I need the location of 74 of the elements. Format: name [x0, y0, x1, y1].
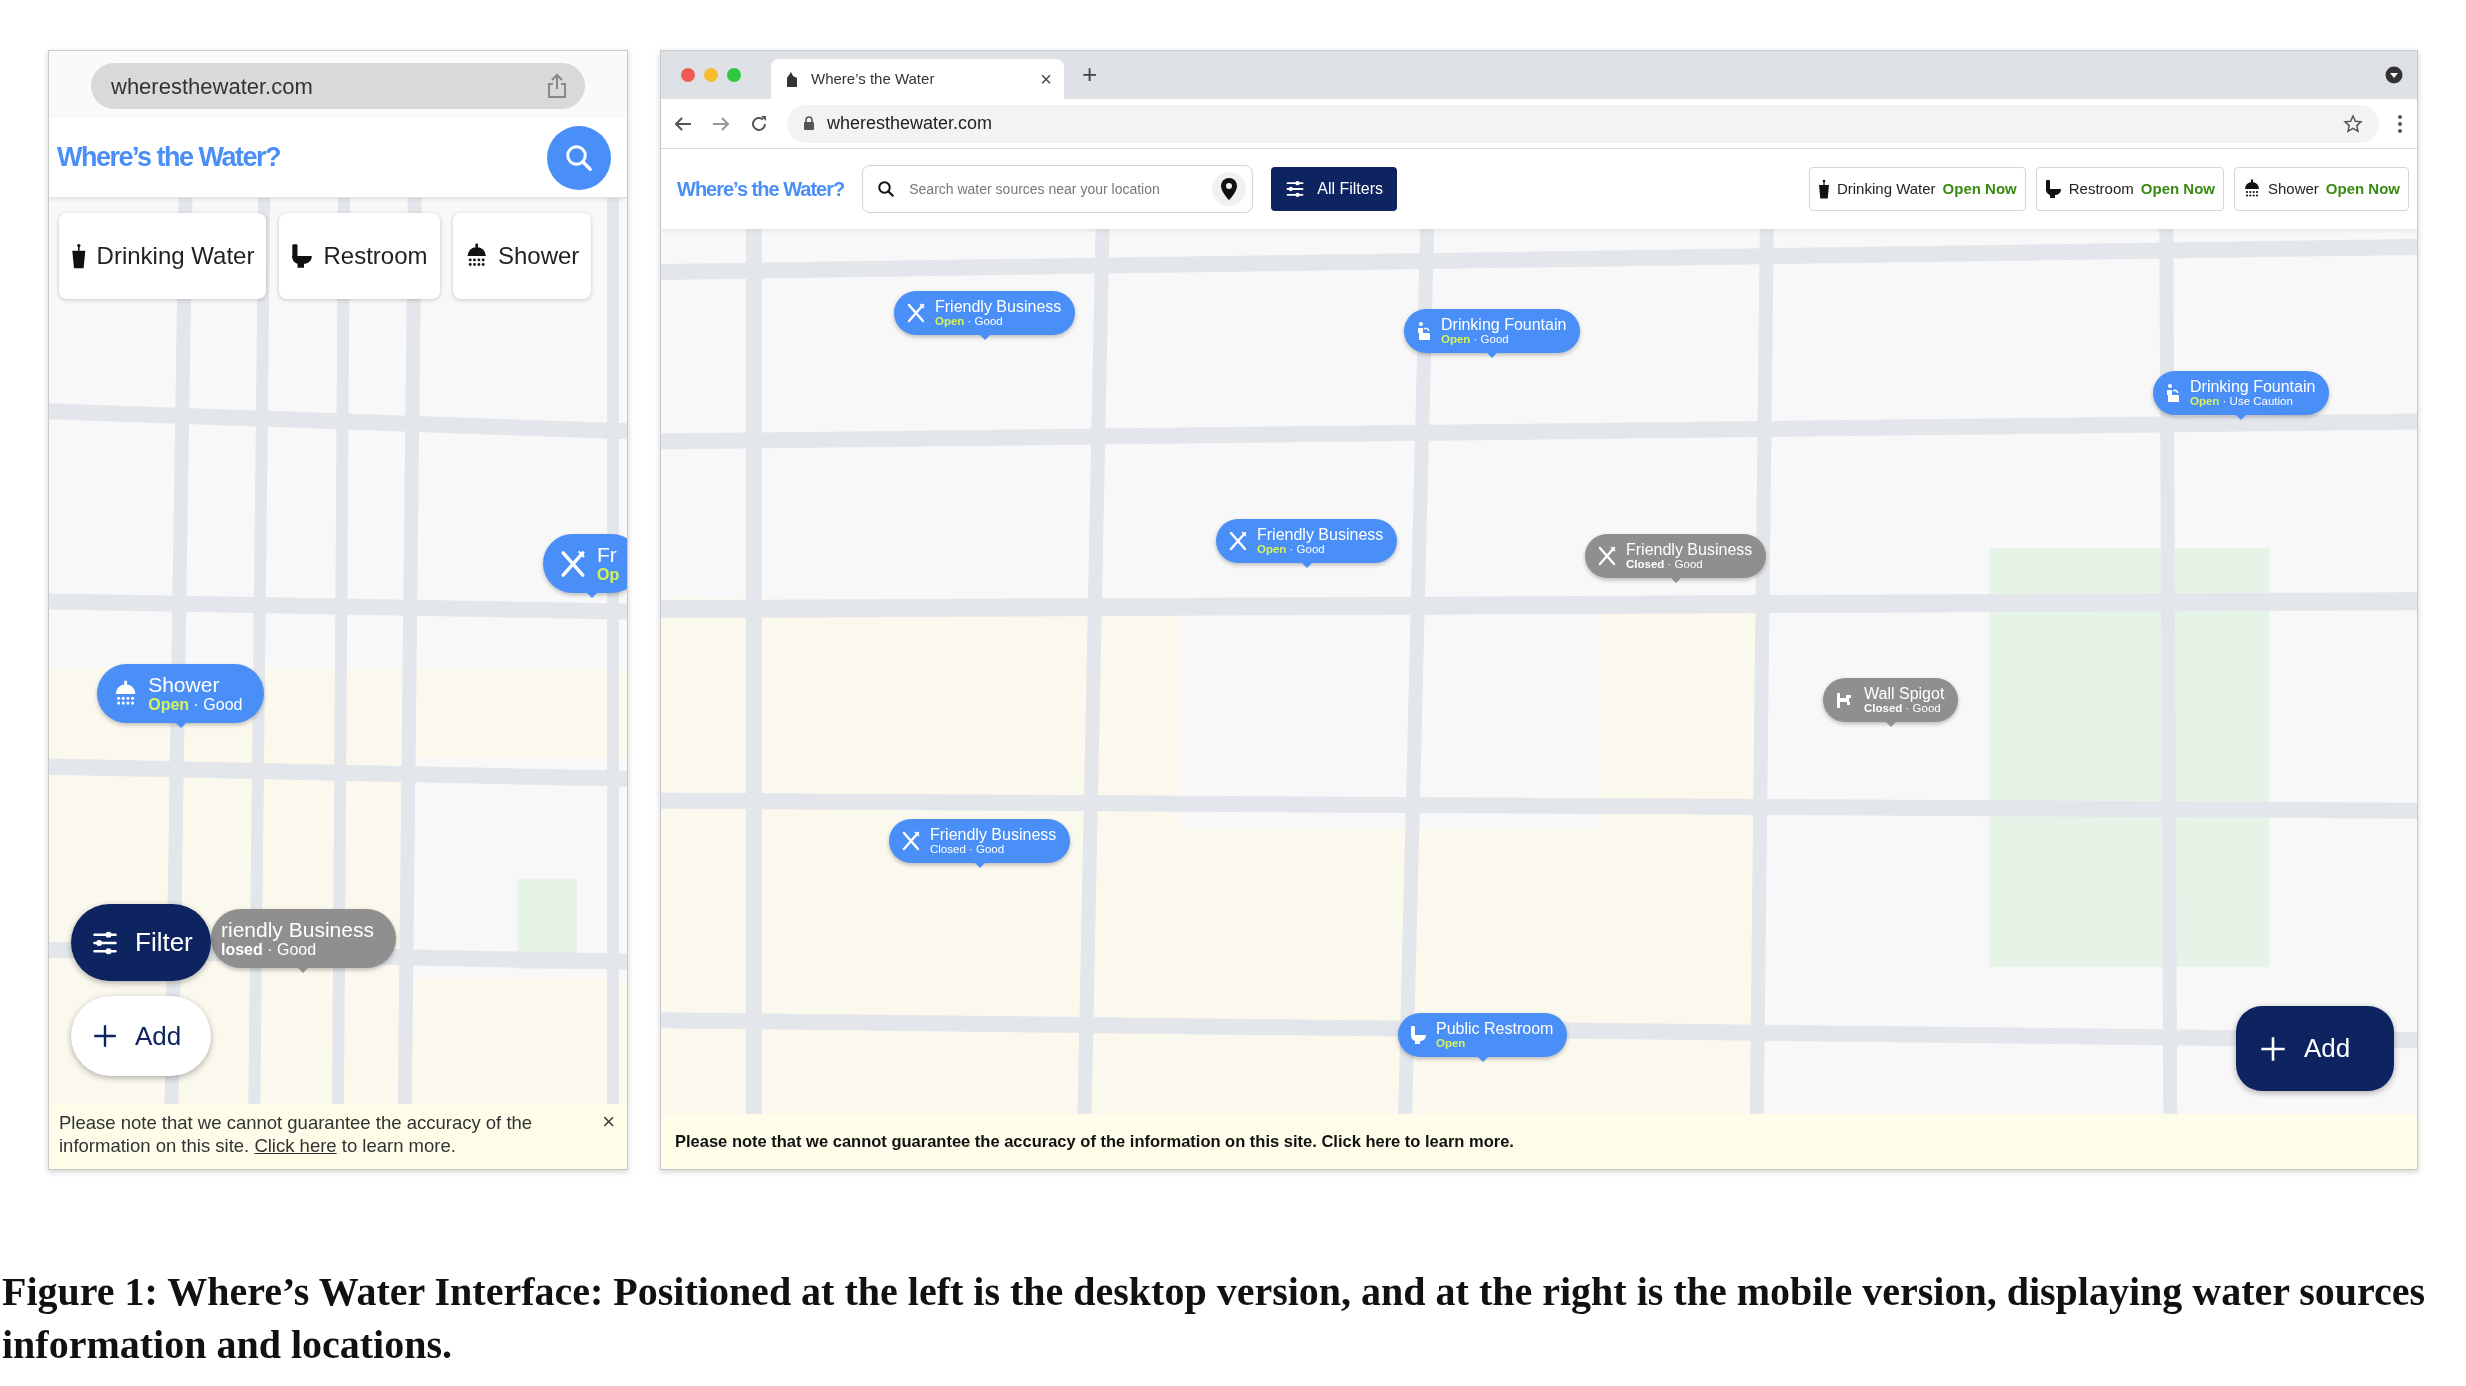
marker-status: Open · Use Caution — [2190, 395, 2294, 409]
fork-knife-icon — [1228, 531, 1248, 551]
marker-status: Open — [1436, 1037, 1467, 1051]
location-button[interactable] — [1212, 172, 1247, 206]
filter-chip[interactable]: Shower Open Now — [2233, 167, 2409, 211]
marker-status: Open · Good — [148, 696, 243, 714]
marker-status: Open · Good — [1441, 333, 1510, 347]
app-logo: Where’s the Water? — [677, 177, 845, 202]
filter-chip[interactable]: Shower — [452, 213, 592, 299]
toilet-icon — [2044, 179, 2062, 199]
marker-status: losed · Good — [221, 941, 318, 959]
sliders-icon — [1285, 179, 1306, 199]
toilet-icon — [291, 243, 314, 269]
address-bar[interactable]: wheresthewater.com — [91, 63, 585, 109]
notice-text: Please note that we cannot guarantee the accuracy of the information on this site. Click here to learn more. — [675, 1131, 1514, 1153]
marker-title: Fr — [597, 543, 618, 567]
learn-more-link[interactable]: Click here — [254, 1135, 337, 1157]
marker-title: Shower — [148, 673, 221, 697]
shower-icon — [2242, 179, 2261, 199]
fork-knife-icon — [906, 303, 926, 323]
fork-knife-icon — [901, 831, 921, 851]
url-text: wheresthewater.com — [827, 112, 994, 135]
filter-chip[interactable]: Restroom Open Now — [2035, 167, 2224, 211]
filter-chip[interactable]: Restroom — [279, 213, 440, 299]
search-input[interactable]: Search water sources near your location — [907, 177, 1201, 201]
marker-status: Closed · Good — [1864, 702, 1942, 716]
filter-chip[interactable]: Drinking Water — [59, 213, 267, 299]
marker-status: Open · Good — [1257, 543, 1326, 557]
address-bar[interactable]: wheresthewater.com — [787, 104, 2379, 143]
new-tab-button[interactable]: + — [1082, 61, 1098, 87]
marker-title: Wall Spigot — [1864, 684, 1945, 703]
star-icon[interactable] — [2343, 113, 2363, 134]
cup-icon — [1817, 179, 1830, 199]
add-button[interactable]: Add — [2236, 1006, 2394, 1091]
app-logo: Where’s the Water? — [57, 141, 281, 175]
figure-caption: Figure 1: Where’s Water Interface: Positioned at the left is the desktop version, and at the right is the mobile version, displaying water sources information and locations. — [2, 1268, 2427, 1369]
search-icon — [564, 142, 594, 173]
share-icon — [547, 73, 567, 99]
marker-title: riendly Business — [221, 918, 374, 942]
marker-status: Closed · Good — [930, 843, 1006, 857]
search-field[interactable]: Search water sources near your location — [862, 165, 1254, 213]
reload-icon[interactable] — [749, 113, 769, 134]
all-filters-button[interactable]: All Filters — [1271, 167, 1397, 211]
marker-title: Drinking Fountain — [1441, 315, 1567, 334]
close-button[interactable]: × — [602, 1111, 615, 1133]
marker-title: Friendly Business — [930, 825, 1057, 844]
marker-title: Friendly Business — [1257, 525, 1384, 544]
search-icon — [877, 180, 896, 198]
url-text: wheresthewater.com — [111, 72, 313, 101]
map-pin-icon — [1221, 178, 1238, 200]
cup-icon — [71, 243, 87, 269]
notice-text: Please note that we cannot guarantee the accuracy of the information on this site. Click here to learn more. — [59, 1111, 534, 1159]
close-tab-button[interactable]: × — [1040, 69, 1052, 89]
filter-chip[interactable]: Drinking Water Open Now — [1808, 167, 2026, 211]
browser-tab[interactable]: Where’s the Water × — [771, 59, 1064, 99]
fountain-icon — [1416, 321, 1432, 341]
lock-icon — [803, 116, 815, 131]
window-control[interactable] — [681, 68, 695, 82]
more-menu-icon[interactable] — [2397, 113, 2403, 134]
tab-title: Where’s the Water — [811, 68, 936, 89]
fork-knife-icon — [1597, 546, 1617, 566]
fountain-icon — [2165, 383, 2181, 403]
fork-knife-icon — [559, 549, 587, 578]
marker-title: Drinking Fountain — [2190, 377, 2316, 396]
marker-title: Friendly Business — [935, 297, 1062, 316]
plus-icon — [2260, 1035, 2286, 1062]
marker-status: Op — [597, 566, 620, 584]
marker-title: Friendly Business — [1626, 540, 1753, 559]
plus-icon — [93, 1024, 117, 1048]
toilet-icon — [1410, 1025, 1427, 1045]
marker-status: Open · Good — [935, 315, 1004, 329]
marker-status: Closed · Good — [1626, 558, 1704, 572]
marker-title: Public Restroom — [1436, 1019, 1554, 1038]
dropdown-icon[interactable] — [2385, 66, 2403, 84]
